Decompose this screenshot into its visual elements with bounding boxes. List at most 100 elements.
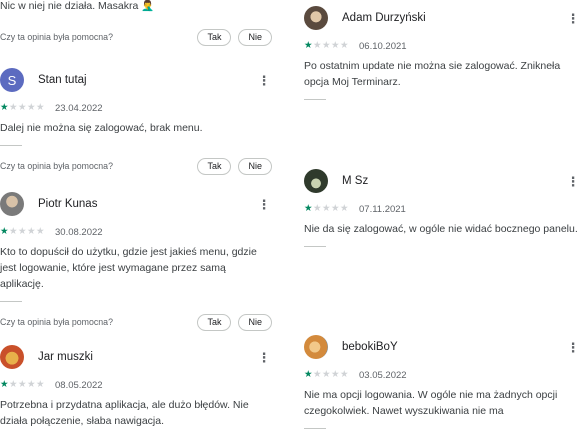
star-rating: ★ ★ ★ ★ ★ — [304, 370, 349, 380]
star-icon: ★ — [331, 203, 340, 215]
review-card: Jar muszki ⋮ ★ ★ ★ ★ ★ 08.05.2022 Potrze… — [0, 343, 272, 429]
review-header: bebokiBoY ⋮ — [304, 333, 581, 361]
more-vert-icon[interactable]: ⋮ — [256, 351, 272, 364]
star-rating: ★ ★ ★ ★ ★ — [304, 41, 349, 51]
rating-row: ★ ★ ★ ★ ★ 07.11.2021 — [304, 203, 581, 215]
review-date: 30.08.2022 — [55, 226, 103, 238]
helpful-question: Czy ta opinia była pomocna? — [0, 161, 113, 171]
helpful-yes-button[interactable]: Tak — [197, 28, 232, 46]
more-vert-icon[interactable]: ⋮ — [256, 74, 272, 87]
star-icon: ★ — [313, 203, 322, 215]
review-text: Nie ma opcji logowania. W ogóle nie ma ż… — [304, 389, 558, 417]
star-rating: ★ ★ ★ ★ ★ — [0, 227, 45, 237]
review-author: Adam Durzyński — [342, 12, 426, 24]
star-icon: ★ — [27, 102, 36, 114]
helpful-no-button[interactable]: Nie — [238, 313, 272, 331]
review-header: Jar muszki ⋮ — [0, 343, 272, 371]
star-icon: ★ — [340, 369, 349, 381]
review-text: Potrzebna i przydatna aplikacja, ale duż… — [0, 399, 249, 427]
review-fragment: Nic w niej nie działa. Masakra 🤦‍♂️ Czy … — [0, 0, 272, 46]
helpful-yes-button[interactable]: Tak — [197, 157, 232, 175]
review-card: Piotr Kunas ⋮ ★ ★ ★ ★ ★ 30.08.2022 Kto t… — [0, 190, 272, 331]
helpful-question: Czy ta opinia była pomocna? — [0, 32, 113, 42]
star-icon: ★ — [313, 369, 322, 381]
star-icon: ★ — [27, 379, 36, 391]
review-text: Kto to dopuścił do użytku, gdzie jest ja… — [0, 246, 257, 290]
review-text: Nic w niej nie działa. Masakra 🤦‍♂️ — [0, 0, 155, 12]
review-header: S Stan tutaj ⋮ — [0, 66, 272, 94]
review-card: bebokiBoY ⋮ ★ ★ ★ ★ ★ 03.05.2022 Nie ma … — [304, 333, 581, 429]
helpful-question: Czy ta opinia była pomocna? — [0, 317, 113, 327]
star-icon: ★ — [322, 40, 331, 52]
more-vert-icon[interactable]: ⋮ — [565, 12, 581, 25]
review-author: bebokiBoY — [342, 341, 398, 353]
star-icon: ★ — [0, 379, 9, 391]
review-author: Piotr Kunas — [38, 198, 98, 210]
review-card: M Sz ⋮ ★ ★ ★ ★ ★ 07.11.2021 Nie da się z… — [304, 167, 581, 247]
star-rating: ★ ★ ★ ★ ★ — [0, 380, 45, 390]
review-date: 08.05.2022 — [55, 379, 103, 391]
divider — [0, 145, 22, 146]
more-vert-icon[interactable]: ⋮ — [565, 341, 581, 354]
rating-row: ★ ★ ★ ★ ★ 06.10.2021 — [304, 40, 581, 52]
review-text: Dalej nie można się zalogować, brak menu… — [0, 122, 203, 134]
avatar: S — [0, 68, 24, 92]
review-text: Po ostatnim update nie można sie zalogow… — [304, 60, 561, 88]
star-icon: ★ — [36, 226, 45, 238]
star-icon: ★ — [331, 369, 340, 381]
star-icon: ★ — [18, 379, 27, 391]
star-icon: ★ — [9, 379, 18, 391]
star-icon: ★ — [322, 369, 331, 381]
star-icon: ★ — [322, 203, 331, 215]
avatar — [304, 169, 328, 193]
review-card: Adam Durzyński ⋮ ★ ★ ★ ★ ★ 06.10.2021 Po… — [304, 4, 581, 100]
divider — [304, 246, 326, 247]
star-icon: ★ — [18, 226, 27, 238]
review-header: Piotr Kunas ⋮ — [0, 190, 272, 218]
star-icon: ★ — [304, 369, 313, 381]
star-rating: ★ ★ ★ ★ ★ — [0, 103, 45, 113]
more-vert-icon[interactable]: ⋮ — [256, 198, 272, 211]
helpful-row: Czy ta opinia była pomocna? Tak Nie — [0, 313, 272, 331]
rating-row: ★ ★ ★ ★ ★ 08.05.2022 — [0, 379, 272, 391]
rating-row: ★ ★ ★ ★ ★ 30.08.2022 — [0, 226, 272, 238]
review-date: 23.04.2022 — [55, 102, 103, 114]
divider — [0, 301, 22, 302]
helpful-yes-button[interactable]: Tak — [197, 313, 232, 331]
star-icon: ★ — [9, 102, 18, 114]
helpful-no-button[interactable]: Nie — [238, 157, 272, 175]
review-card: S Stan tutaj ⋮ ★ ★ ★ ★ ★ 23.04.2022 Dale… — [0, 66, 272, 175]
avatar — [304, 335, 328, 359]
star-icon: ★ — [27, 226, 36, 238]
rating-row: ★ ★ ★ ★ ★ 03.05.2022 — [304, 369, 581, 381]
review-header: Adam Durzyński ⋮ — [304, 4, 581, 32]
review-author: Stan tutaj — [38, 74, 87, 86]
star-icon: ★ — [0, 226, 9, 238]
review-header: M Sz ⋮ — [304, 167, 581, 195]
avatar — [0, 192, 24, 216]
avatar — [0, 345, 24, 369]
star-icon: ★ — [340, 40, 349, 52]
star-icon: ★ — [304, 203, 313, 215]
review-author: M Sz — [342, 175, 369, 187]
star-rating: ★ ★ ★ ★ ★ — [304, 204, 349, 214]
star-icon: ★ — [331, 40, 340, 52]
star-icon: ★ — [0, 102, 9, 114]
review-date: 03.05.2022 — [359, 369, 407, 381]
star-icon: ★ — [36, 379, 45, 391]
more-vert-icon[interactable]: ⋮ — [565, 175, 581, 188]
avatar-letter: S — [7, 72, 17, 88]
helpful-row: Czy ta opinia była pomocna? Tak Nie — [0, 28, 272, 46]
helpful-no-button[interactable]: Nie — [238, 28, 272, 46]
star-icon: ★ — [18, 102, 27, 114]
star-icon: ★ — [340, 203, 349, 215]
star-icon: ★ — [304, 40, 313, 52]
star-icon: ★ — [313, 40, 322, 52]
divider — [304, 428, 326, 429]
review-author: Jar muszki — [38, 351, 93, 363]
review-date: 06.10.2021 — [359, 40, 407, 52]
star-icon: ★ — [9, 226, 18, 238]
helpful-row: Czy ta opinia była pomocna? Tak Nie — [0, 157, 272, 175]
star-icon: ★ — [36, 102, 45, 114]
divider — [304, 99, 326, 100]
